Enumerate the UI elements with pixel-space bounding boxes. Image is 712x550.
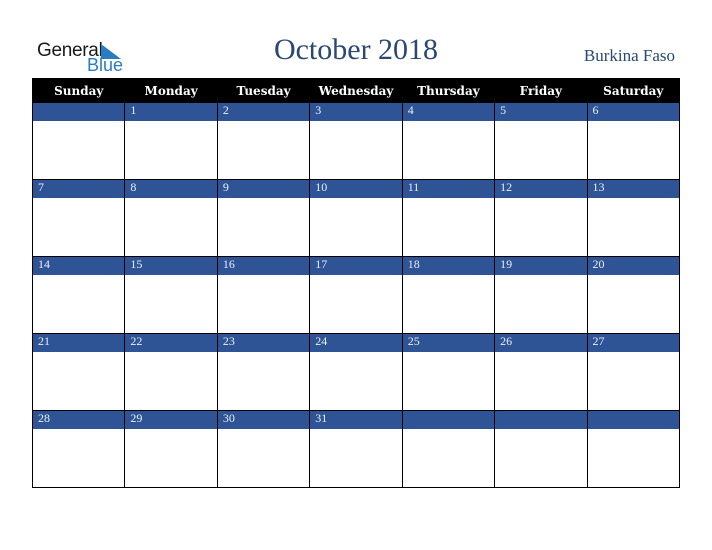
day-cell[interactable] bbox=[31, 429, 126, 488]
empty-day-cell bbox=[31, 121, 126, 180]
day-number: 14 bbox=[31, 256, 126, 275]
weekday-header-thursday: Thursday bbox=[401, 78, 496, 103]
day-cell[interactable] bbox=[586, 121, 681, 180]
day-number: 20 bbox=[586, 256, 681, 275]
day-number: 22 bbox=[124, 333, 218, 352]
day-cell[interactable] bbox=[216, 121, 311, 180]
day-cell[interactable] bbox=[494, 198, 588, 257]
day-number: 15 bbox=[124, 256, 218, 275]
day-cell[interactable] bbox=[309, 121, 403, 180]
day-number: 4 bbox=[401, 102, 496, 121]
day-cell[interactable] bbox=[124, 121, 218, 180]
day-cell[interactable] bbox=[401, 121, 496, 180]
day-number: 30 bbox=[216, 410, 311, 429]
day-number: 18 bbox=[401, 256, 496, 275]
week-body-row bbox=[31, 198, 681, 257]
empty-day-number bbox=[31, 102, 126, 121]
day-number: 31 bbox=[309, 410, 403, 429]
day-number: 13 bbox=[586, 179, 681, 198]
weekday-header-tuesday: Tuesday bbox=[216, 78, 311, 103]
day-number: 28 bbox=[31, 410, 126, 429]
weekday-header-monday: Monday bbox=[124, 78, 218, 103]
day-cell[interactable] bbox=[124, 352, 218, 411]
day-number: 11 bbox=[401, 179, 496, 198]
day-number: 1 bbox=[124, 102, 218, 121]
week-number-row: 21 22 23 24 25 26 27 bbox=[31, 333, 681, 352]
day-number: 6 bbox=[586, 102, 681, 121]
weekday-header-saturday: Saturday bbox=[586, 78, 681, 103]
day-number: 17 bbox=[309, 256, 403, 275]
day-cell[interactable] bbox=[31, 352, 126, 411]
week-number-row: 7 8 9 10 11 12 13 bbox=[31, 179, 681, 198]
empty-day-cell bbox=[586, 429, 681, 488]
day-cell[interactable] bbox=[494, 352, 588, 411]
day-number: 25 bbox=[401, 333, 496, 352]
day-cell[interactable] bbox=[216, 352, 311, 411]
day-cell[interactable] bbox=[216, 198, 311, 257]
day-cell[interactable] bbox=[401, 352, 496, 411]
weekday-header-sunday: Sunday bbox=[31, 78, 126, 103]
empty-day-number bbox=[494, 410, 588, 429]
weekday-header-wednesday: Wednesday bbox=[309, 78, 403, 103]
day-number: 24 bbox=[309, 333, 403, 352]
day-number: 2 bbox=[216, 102, 311, 121]
day-number: 5 bbox=[494, 102, 588, 121]
week-body-row bbox=[31, 352, 681, 411]
day-number: 9 bbox=[216, 179, 311, 198]
day-number: 10 bbox=[309, 179, 403, 198]
week-body-row bbox=[31, 121, 681, 180]
weekday-header-friday: Friday bbox=[494, 78, 588, 103]
empty-day-number bbox=[586, 410, 681, 429]
week-number-row: 28 29 30 31 bbox=[31, 410, 681, 429]
day-number: 16 bbox=[216, 256, 311, 275]
day-number: 3 bbox=[309, 102, 403, 121]
day-cell[interactable] bbox=[309, 352, 403, 411]
day-cell[interactable] bbox=[216, 429, 311, 488]
day-cell[interactable] bbox=[401, 275, 496, 334]
day-cell[interactable] bbox=[586, 275, 681, 334]
day-number: 7 bbox=[31, 179, 126, 198]
day-cell[interactable] bbox=[124, 429, 218, 488]
day-cell[interactable] bbox=[309, 198, 403, 257]
week-body-row bbox=[31, 275, 681, 334]
day-number: 19 bbox=[494, 256, 588, 275]
day-number: 26 bbox=[494, 333, 588, 352]
empty-day-number bbox=[401, 410, 496, 429]
day-cell[interactable] bbox=[309, 275, 403, 334]
day-cell[interactable] bbox=[494, 121, 588, 180]
calendar-grid: Sunday Monday Tuesday Wednesday Thursday Frid… bbox=[31, 78, 681, 488]
day-cell[interactable] bbox=[124, 198, 218, 257]
week-number-row: 14 15 16 17 18 19 20 bbox=[31, 256, 681, 275]
country-label: Burkina Faso bbox=[583, 46, 675, 65]
day-number: 12 bbox=[494, 179, 588, 198]
day-cell[interactable] bbox=[31, 198, 126, 257]
empty-day-cell bbox=[401, 429, 496, 488]
day-cell[interactable] bbox=[586, 352, 681, 411]
day-number: 27 bbox=[586, 333, 681, 352]
day-cell[interactable] bbox=[124, 275, 218, 334]
week-number-row: 123456 bbox=[31, 102, 681, 121]
day-cell[interactable] bbox=[586, 198, 681, 257]
weekday-header-row: Sunday Monday Tuesday Wednesday Thursday Frid… bbox=[31, 78, 681, 103]
day-cell[interactable] bbox=[31, 275, 126, 334]
day-cell[interactable] bbox=[309, 429, 403, 488]
day-cell[interactable] bbox=[401, 198, 496, 257]
week-body-row bbox=[31, 429, 681, 488]
day-cell[interactable] bbox=[494, 275, 588, 334]
day-number: 8 bbox=[124, 179, 218, 198]
day-cell[interactable] bbox=[216, 275, 311, 334]
day-number: 29 bbox=[124, 410, 218, 429]
empty-day-cell bbox=[494, 429, 588, 488]
day-number: 21 bbox=[31, 333, 126, 352]
day-number: 23 bbox=[216, 333, 311, 352]
